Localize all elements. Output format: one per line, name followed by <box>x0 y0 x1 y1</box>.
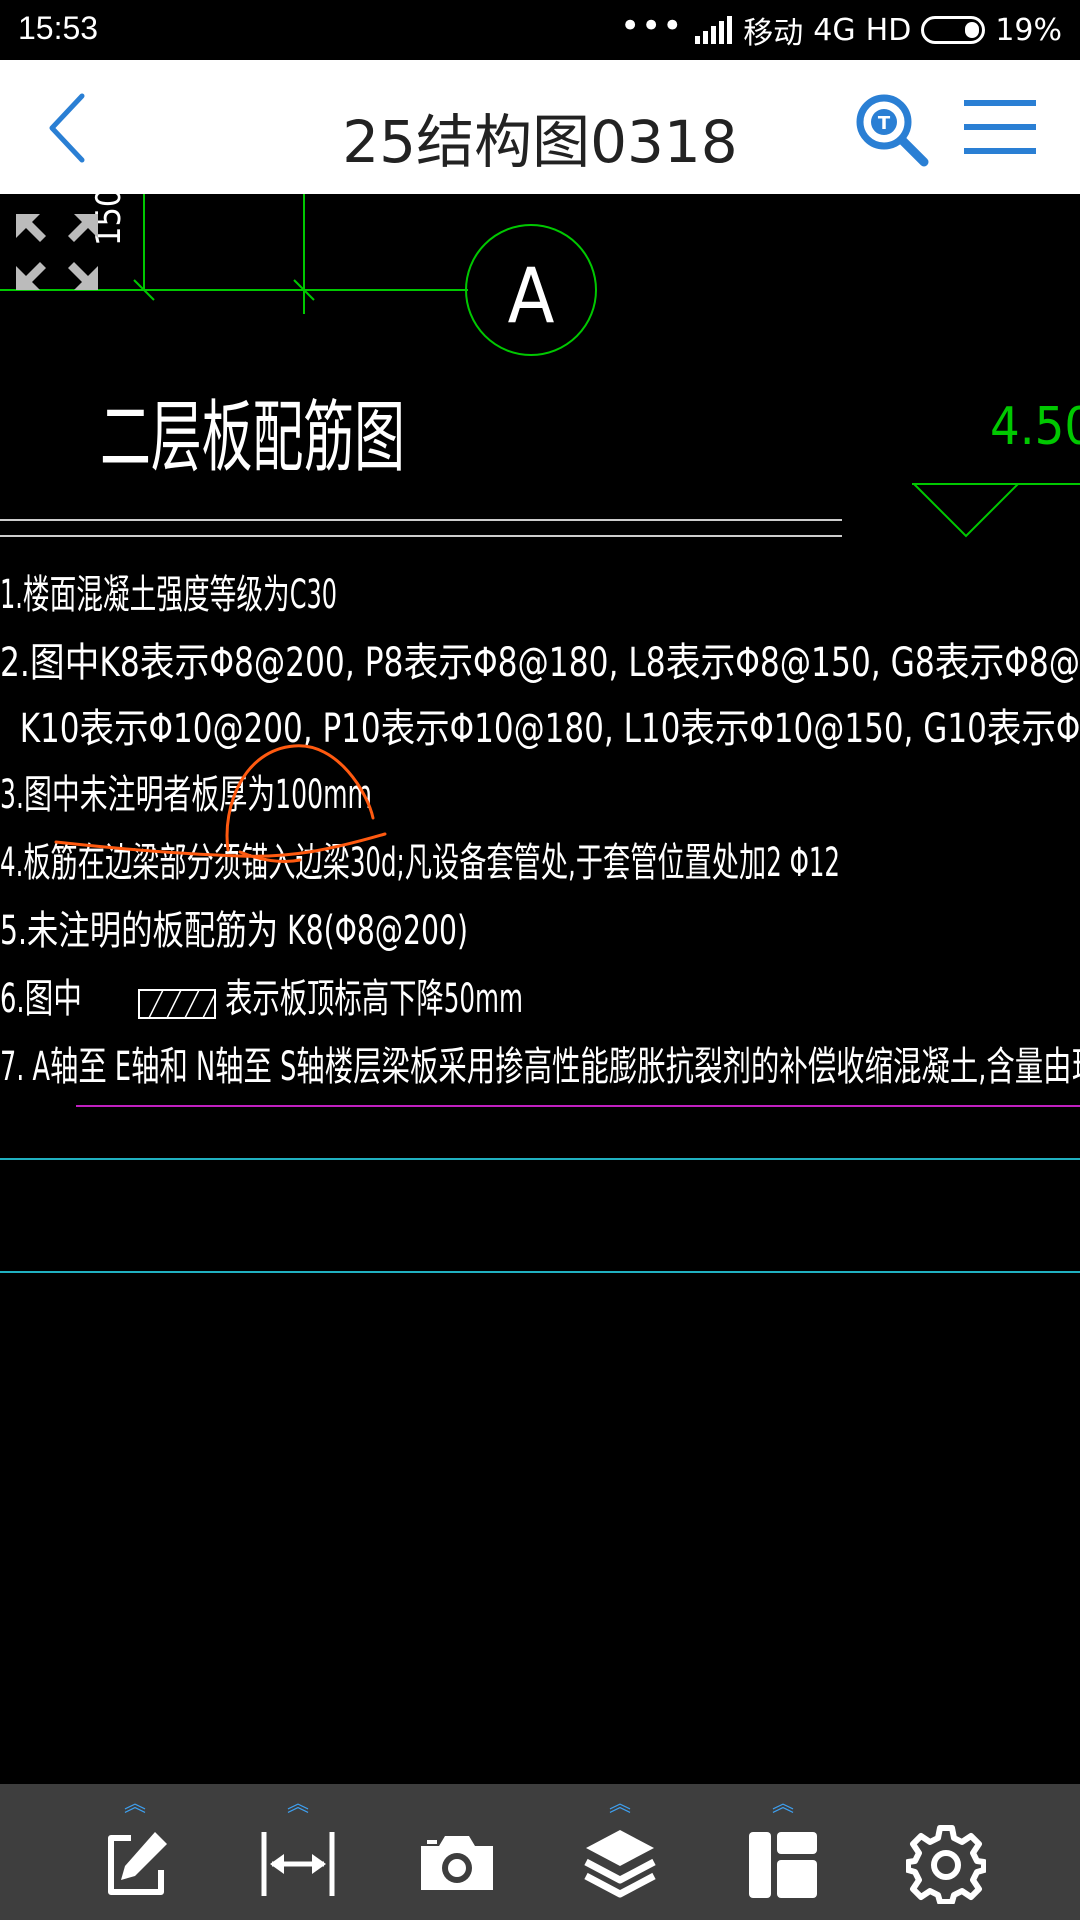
measure-distance-icon <box>261 1832 335 1896</box>
network-type: 4G <box>813 12 856 48</box>
edit-pencil-icon <box>108 1832 167 1895</box>
note-2-continued: K10表示Φ10@200, P10表示Φ10@180, L10表示Φ10@150… <box>0 706 1080 752</box>
status-indicators: ••• 移动 4G HD 19% <box>620 6 1062 51</box>
expand-chevron-icon[interactable]: ︽ <box>238 1794 358 1816</box>
note-1: 1.楼面混凝土强度等级为C30 <box>0 572 337 618</box>
notification-dots: ••• <box>620 6 684 46</box>
carrier-name: 移动 <box>743 16 804 51</box>
battery-level: 19% <box>995 12 1062 48</box>
note-5: 5.未注明的板配筋为 K8(Φ8@200) <box>0 908 468 954</box>
hatch-legend-symbol <box>138 989 216 1019</box>
app-header: 25结构图0318 T <box>0 60 1080 194</box>
note-7: 7. A轴至 E轴和 N轴至 S轴楼层梁板采用掺高性能膨胀抗裂剂的补偿收缩混凝土… <box>0 1044 1080 1090</box>
sheet-title: 二层板配筋图 <box>100 393 405 483</box>
layers-tool-button[interactable]: ︽ <box>560 1784 680 1920</box>
screenshot-tool-button[interactable] <box>397 1784 517 1920</box>
hd-indicator: HD <box>865 12 912 48</box>
camera-icon <box>421 1836 493 1890</box>
layout-panel-icon <box>749 1832 817 1898</box>
annotate-tool-button[interactable]: ︽ <box>75 1784 195 1920</box>
note-6-prefix: 6.图中 <box>0 976 82 1022</box>
layers-icon <box>584 1830 656 1898</box>
cad-drawing-canvas[interactable]: A 150 二层板配筋图 4.50 1.楼面混凝土强度等级为C30 2.图中K8… <box>0 194 1080 1784</box>
status-time: 15:53 <box>18 10 99 46</box>
signal-icon <box>695 16 733 44</box>
expand-chevron-icon[interactable]: ︽ <box>560 1794 680 1816</box>
cad-drawing[interactable]: A 150 二层板配筋图 4.50 1.楼面混凝土强度等级为C30 2.图中K8… <box>0 194 1080 1784</box>
note-2: 2.图中K8表示Φ8@200, P8表示Φ8@180, L8表示Φ8@150, … <box>0 640 1080 686</box>
note-6-suffix: 表示板顶标高下降50mm <box>225 976 523 1022</box>
note-3: 3.图中未注明者板厚为100mm <box>0 772 372 818</box>
measure-tool-button[interactable]: ︽ <box>238 1784 358 1920</box>
layout-tool-button[interactable]: ︽ <box>723 1784 843 1920</box>
settings-tool-button[interactable] <box>886 1784 1006 1920</box>
note-4: 4.板筋在边梁部分须锚入边梁30d;凡设备套管处,于套管位置处加2 Φ12 <box>0 840 840 886</box>
expand-chevron-icon[interactable]: ︽ <box>723 1794 843 1816</box>
fullscreen-expand-icon[interactable] <box>16 214 98 290</box>
hamburger-menu-icon[interactable] <box>962 94 1038 160</box>
battery-icon <box>921 16 986 44</box>
text-search-icon[interactable]: T <box>852 90 932 170</box>
bottom-toolbar: ︽ ︽ ︽ ︽ <box>0 1784 1080 1920</box>
status-bar: 15:53 ••• 移动 4G HD 19% <box>0 0 1080 60</box>
svg-text:T: T <box>878 113 891 134</box>
elevation-value: 4.50 <box>990 397 1080 457</box>
axis-label: A <box>508 251 555 340</box>
expand-chevron-icon[interactable]: ︽ <box>75 1794 195 1816</box>
gear-icon <box>906 1825 986 1904</box>
